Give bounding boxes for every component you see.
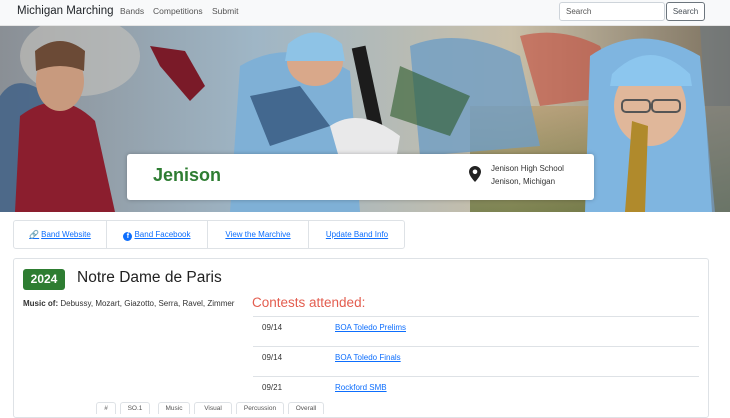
score-tab-music[interactable]: Music: [158, 402, 190, 414]
band-name: Jenison: [153, 165, 222, 185]
link-icon: 🔗: [29, 230, 40, 239]
year-badge: 2024: [23, 269, 65, 290]
band-links-bar: 🔗 Band Website f Band Facebook View the Ma…: [13, 220, 405, 249]
music-credits: Music of: Debussy, Mozart, Giazotto, Ser…: [23, 299, 234, 308]
brand-link[interactable]: Michigan Marching: [17, 5, 114, 17]
contest-link[interactable]: BOA Toledo Finals: [335, 353, 401, 362]
band-facebook-link[interactable]: f Band Facebook: [107, 221, 208, 248]
search-button[interactable]: Search: [666, 2, 705, 21]
contest-link[interactable]: BOA Toledo Prelims: [335, 323, 406, 332]
top-navbar: Michigan Marching Bands Competitions Sub…: [0, 0, 730, 26]
contest-date: 09/14: [262, 353, 283, 362]
update-band-info-link[interactable]: Update Band Info: [309, 221, 405, 248]
nav-link-competitions[interactable]: Competitions: [153, 6, 203, 16]
contest-date: 09/14: [262, 323, 283, 332]
contests-heading: Contests attended:: [252, 295, 366, 310]
show-title: Notre Dame de Paris: [77, 269, 222, 286]
score-tab-so[interactable]: SO.1: [120, 402, 150, 414]
score-tab-visual[interactable]: Visual: [194, 402, 232, 414]
search-input[interactable]: [559, 2, 665, 21]
score-tab-percussion[interactable]: Percussion: [236, 402, 284, 414]
contest-date: 09/21: [262, 383, 283, 392]
band-facebook-label: Band Facebook: [134, 230, 191, 239]
band-header-card: Jenison Jenison High School Jenison, Mic…: [127, 154, 594, 200]
view-marchive-link[interactable]: View the Marchive: [208, 221, 309, 248]
score-tab-overall[interactable]: Overall: [288, 402, 324, 414]
contest-link[interactable]: Rockford SMB: [335, 383, 387, 392]
facebook-icon: f: [123, 232, 133, 241]
school-name: Jenison High School: [491, 164, 564, 173]
score-tab-rank[interactable]: #: [96, 402, 116, 414]
band-website-label: Band Website: [41, 230, 91, 239]
school-city: Jenison, Michigan: [491, 177, 556, 186]
music-composers: Debussy, Mozart, Giazotto, Serra, Ravel,…: [60, 299, 235, 308]
show-card: 2024 Notre Dame de Paris Music of: Debus…: [13, 258, 709, 418]
nav-link-submit[interactable]: Submit: [212, 6, 238, 16]
map-pin-icon: [469, 166, 481, 182]
band-website-link[interactable]: 🔗 Band Website: [14, 221, 107, 248]
contest-row: 09/14 BOA Toledo Finals: [253, 347, 699, 377]
music-label: Music of:: [23, 299, 59, 308]
nav-link-bands[interactable]: Bands: [120, 6, 144, 16]
contest-row: 09/14 BOA Toledo Prelims: [253, 317, 699, 347]
